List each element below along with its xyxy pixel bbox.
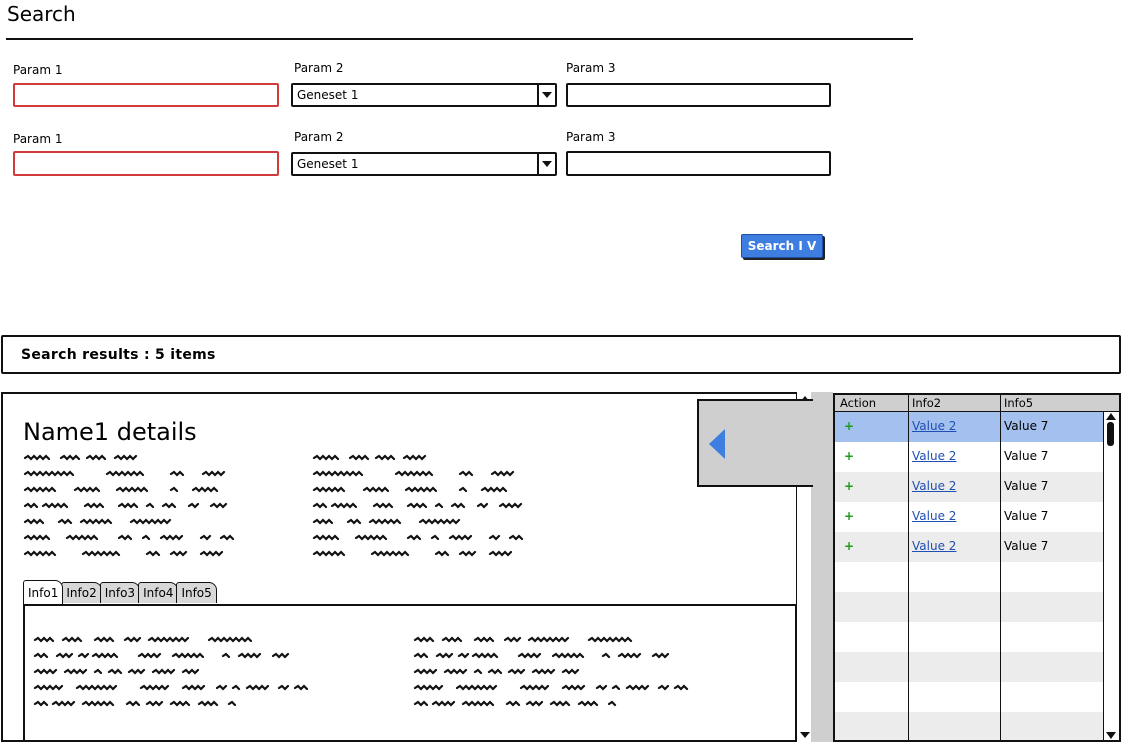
param3-label-1: Param 3 — [566, 61, 616, 75]
add-action-button[interactable]: + — [844, 419, 854, 433]
empty-row — [835, 622, 1103, 652]
info5-cell: Value 7 — [1004, 509, 1049, 523]
chevron-left-icon — [709, 429, 725, 459]
scroll-thumb[interactable] — [1107, 422, 1114, 446]
title-divider — [6, 38, 913, 40]
param2-label-1: Param 2 — [294, 61, 344, 75]
details-text-placeholder-left — [23, 454, 253, 566]
scroll-down-icon[interactable] — [797, 730, 812, 740]
param1-input-2[interactable] — [13, 151, 279, 176]
param2-select-2[interactable]: Geneset 1 — [291, 152, 557, 176]
empty-row — [835, 712, 1103, 740]
info2-link[interactable]: Value 2 — [912, 449, 956, 463]
info5-cell: Value 7 — [1004, 419, 1049, 433]
empty-row — [835, 652, 1103, 682]
results-summary-bar: Search results : 5 items — [1, 335, 1121, 374]
details-tabs: Info1 Info2 Info3 Info4 Info5 — [23, 580, 217, 604]
tab-info5[interactable]: Info5 — [176, 582, 217, 603]
param1-label-1: Param 1 — [13, 63, 63, 77]
column-header-action[interactable]: Action — [840, 396, 876, 410]
add-action-button[interactable]: + — [844, 479, 854, 493]
table-row[interactable]: + Value 2 Value 7 — [835, 502, 1103, 532]
column-header-info5[interactable]: Info5 — [1004, 396, 1033, 410]
results-grid: Action Info2 Info5 + Value 2 Value 7 + V… — [833, 393, 1121, 742]
grid-scrollbar[interactable] — [1103, 412, 1119, 740]
collapse-panel-button[interactable] — [697, 399, 813, 487]
page-title: Search — [7, 2, 76, 26]
scroll-up-icon[interactable] — [1106, 413, 1116, 420]
tab-text-placeholder-right — [413, 636, 753, 716]
add-action-button[interactable]: + — [844, 539, 854, 553]
column-divider — [1000, 395, 1001, 740]
table-row[interactable]: + Value 2 Value 7 — [835, 442, 1103, 472]
results-summary-text: Search results : 5 items — [21, 346, 216, 363]
column-divider — [908, 395, 909, 740]
info2-link[interactable]: Value 2 — [912, 479, 956, 493]
param3-label-2: Param 3 — [566, 130, 616, 144]
column-header-info2[interactable]: Info2 — [912, 396, 941, 410]
tab-content-panel — [23, 604, 797, 742]
tab-info3[interactable]: Info3 — [99, 582, 141, 603]
table-row[interactable]: + Value 2 Value 7 — [835, 412, 1103, 442]
chevron-down-icon[interactable] — [537, 154, 555, 174]
param3-input-2[interactable] — [566, 151, 831, 176]
info2-link[interactable]: Value 2 — [912, 509, 956, 523]
add-action-button[interactable]: + — [844, 509, 854, 523]
details-panel: Name1 details Info1 Info2 Info3 Info4 In… — [1, 392, 811, 742]
tab-info2[interactable]: Info2 — [61, 582, 102, 603]
info2-link[interactable]: Value 2 — [912, 419, 956, 433]
details-text-placeholder-right — [312, 454, 552, 566]
param2-select-1[interactable]: Geneset 1 — [291, 83, 557, 107]
param3-input-1[interactable] — [566, 83, 831, 107]
info5-cell: Value 7 — [1004, 539, 1049, 553]
empty-row — [835, 592, 1103, 622]
grid-header: Action Info2 Info5 — [835, 395, 1119, 412]
scroll-down-icon[interactable] — [1106, 732, 1116, 739]
table-row[interactable]: + Value 2 Value 7 — [835, 532, 1103, 562]
chevron-down-icon[interactable] — [537, 85, 555, 105]
info2-link[interactable]: Value 2 — [912, 539, 956, 553]
param1-input-1[interactable] — [13, 83, 279, 107]
param2-label-2: Param 2 — [294, 130, 344, 144]
tab-text-placeholder-left — [33, 636, 373, 716]
search-button[interactable]: Search I V — [741, 234, 823, 258]
table-row[interactable]: + Value 2 Value 7 — [835, 472, 1103, 502]
add-action-button[interactable]: + — [844, 449, 854, 463]
param2-select-value: Geneset 1 — [297, 157, 359, 171]
info5-cell: Value 7 — [1004, 479, 1049, 493]
param2-select-value: Geneset 1 — [297, 88, 359, 102]
info5-cell: Value 7 — [1004, 449, 1049, 463]
tab-info4[interactable]: Info4 — [138, 582, 179, 603]
param1-label-2: Param 1 — [13, 132, 63, 146]
empty-row — [835, 682, 1103, 712]
tab-info1[interactable]: Info1 — [23, 580, 64, 604]
empty-row — [835, 562, 1103, 592]
details-title: Name1 details — [23, 418, 197, 446]
panel-gutter — [811, 392, 833, 742]
